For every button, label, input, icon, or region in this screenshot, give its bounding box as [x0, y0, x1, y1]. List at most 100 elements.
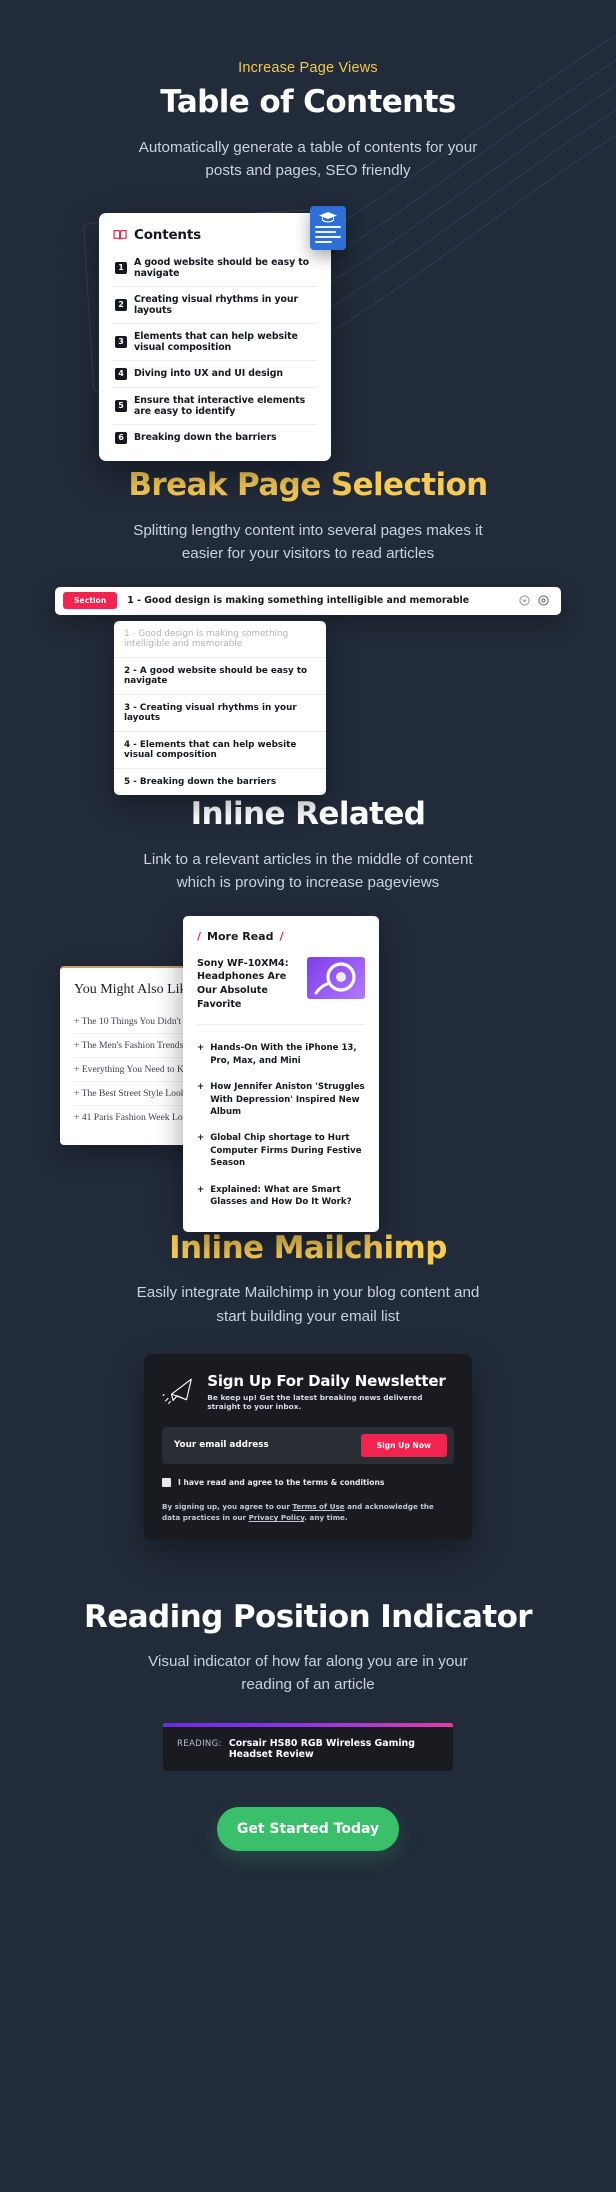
- book-icon: [113, 229, 127, 240]
- more-read-item[interactable]: + Global Chip shortage to Hurt Computer F…: [197, 1125, 365, 1176]
- reading-article-title: Corsair HS80 RGB Wireless Gaming Headset…: [228, 1737, 415, 1760]
- newsletter-fine-print: By signing up, you agree to our Terms of…: [162, 1501, 454, 1524]
- terms-checkbox-row[interactable]: I have read and agree to the terms & con…: [162, 1477, 454, 1487]
- certificate-badge-icon: [310, 205, 346, 250]
- section-inline-related: Inline Related Link to a relevant articl…: [0, 797, 616, 894]
- section-subtitle: Link to a relevant articles in the middl…: [143, 850, 473, 891]
- featured-article[interactable]: Sony WF-10XM4: Headphones Are Our Absolu…: [197, 956, 365, 1011]
- more-read-item-label: Global Chip shortage to Hurt Computer Fi…: [210, 1133, 362, 1169]
- more-read-label: More Read: [207, 929, 274, 943]
- chevron-down-circle-icon[interactable]: [519, 595, 530, 606]
- toc-item-label: Breaking down the barriers: [134, 432, 277, 444]
- newsletter-title: Sign Up For Daily Newsletter: [207, 1371, 446, 1390]
- page-title: Table of Contents: [160, 84, 456, 120]
- featured-article-title: Sony WF-10XM4: Headphones Are Our Absolu…: [197, 957, 289, 1010]
- section-subtitle: Easily integrate Mailchimp in your blog …: [136, 1284, 480, 1325]
- more-read-item[interactable]: + Hands-On With the iPhone 13, Pro, Max, …: [197, 1035, 365, 1074]
- more-read-item[interactable]: + How Jennifer Aniston 'Struggles With De…: [197, 1074, 365, 1125]
- plus-icon: +: [74, 1015, 82, 1027]
- graduation-cap-icon: [319, 211, 337, 223]
- newsletter-subtitle: Be keep up! Get the latest breaking news…: [207, 1392, 423, 1411]
- paper-plane-icon: [162, 1378, 192, 1405]
- plus-icon: +: [197, 1133, 205, 1144]
- more-read-item[interactable]: + Explained: What are Smart Glasses and H…: [197, 1177, 365, 1216]
- toc-illustration: Contents 1 A good website should be easy …: [0, 205, 616, 461]
- newsletter-header: Sign Up For Daily Newsletter Be keep up!…: [162, 1372, 454, 1411]
- toc-item[interactable]: 3 Elements that can help website visual c…: [113, 322, 317, 360]
- break-page-illustration: Section 1 - Good design is making someth…: [0, 586, 616, 795]
- toc-item[interactable]: 2 Creating visual rhythms in your layouts: [113, 285, 317, 323]
- toc-item-label: A good website should be easy to navigat…: [134, 256, 309, 279]
- page-title: Inline Related: [190, 795, 426, 832]
- toc-item-number: 5: [115, 399, 127, 412]
- headphones-thumbnail: [307, 956, 365, 999]
- newsletter-form: Your email address Sign Up Now: [162, 1426, 454, 1464]
- section-break-page-selection: Break Page Selection Splitting lengthy c…: [0, 468, 616, 565]
- section-badge: Section: [63, 592, 118, 610]
- toc-item[interactable]: 1 A good website should be easy to naviga…: [113, 255, 317, 286]
- toc-card-title: Contents: [134, 226, 201, 243]
- eyebrow-text: Increase Page Views: [238, 60, 378, 76]
- toc-item[interactable]: 5 Ensure that interactive elements are ea…: [113, 386, 317, 424]
- privacy-policy-link[interactable]: Privacy Policy: [249, 1513, 305, 1522]
- page-title: Reading Position Indicator: [84, 1598, 533, 1635]
- plus-icon: +: [197, 1082, 205, 1093]
- plus-icon: +: [197, 1043, 205, 1054]
- toc-item-label: Diving into UX and UI design: [134, 368, 283, 380]
- section-option[interactable]: 2 - A good website should be easy to nav…: [114, 656, 326, 694]
- terms-of-use-link[interactable]: Terms of Use: [292, 1502, 344, 1511]
- more-read-item-label: Hands-On With the iPhone 13, Pro, Max, a…: [210, 1043, 357, 1066]
- inline-related-illustration: You Might Also Like + The 10 Things You …: [0, 915, 616, 1232]
- slash-right-icon: /: [279, 929, 284, 943]
- toc-item[interactable]: 6 Breaking down the barriers: [113, 423, 317, 451]
- toc-item-label: Elements that can help website visual co…: [134, 330, 298, 353]
- fine-print-part-1: By signing up, you agree to our: [162, 1501, 293, 1511]
- section-table-of-contents: Increase Page Views Table of Contents Au…: [0, 60, 616, 182]
- section-subtitle: Splitting lengthy content into several p…: [133, 521, 483, 562]
- terms-checkbox-label: I have read and agree to the terms & con…: [178, 1477, 385, 1487]
- reading-progress-bar: [163, 1722, 453, 1727]
- section-option[interactable]: 1 - Good design is making something inte…: [114, 621, 326, 657]
- fine-print-part-3: . any time.: [304, 1513, 348, 1523]
- page-title: Inline Mailchimp: [169, 1229, 447, 1266]
- toc-card-header: Contents: [113, 227, 317, 243]
- get-started-button[interactable]: Get Started Today: [217, 1806, 399, 1851]
- more-read-card: / More Read / Sony WF-10XM4: Headphones …: [183, 915, 379, 1232]
- section-option[interactable]: 4 - Elements that can help website visua…: [114, 730, 326, 768]
- toc-item-number: 4: [115, 367, 127, 380]
- badge-lines: [315, 225, 341, 246]
- toc-item-number: 2: [115, 298, 127, 311]
- section-selector-bar[interactable]: Section 1 - Good design is making someth…: [55, 586, 561, 615]
- more-read-item-label: How Jennifer Aniston 'Struggles With Dep…: [210, 1082, 365, 1117]
- toc-card: Contents 1 A good website should be easy …: [99, 212, 331, 461]
- terms-checkbox[interactable]: [162, 1477, 171, 1487]
- toc-item-label: Creating visual rhythms in your layouts: [134, 293, 298, 316]
- section-option[interactable]: 5 - Breaking down the barriers: [114, 767, 326, 795]
- section-options-list[interactable]: 1 - Good design is making something inte…: [114, 620, 326, 795]
- toc-item[interactable]: 4 Diving into UX and UI design: [113, 359, 317, 387]
- reading-label: READING:: [177, 1738, 222, 1749]
- plus-icon: +: [74, 1087, 82, 1099]
- divider: [197, 1024, 365, 1026]
- more-read-item-label: Explained: What are Smart Glasses and Ho…: [210, 1184, 352, 1208]
- selected-section-label: 1 - Good design is making something inte…: [127, 595, 470, 607]
- more-read-list: + Hands-On With the iPhone 13, Pro, Max, …: [197, 1035, 365, 1216]
- section-subtitle: Automatically generate a table of conten…: [138, 138, 478, 179]
- settings-gear-icon[interactable]: [538, 595, 549, 606]
- toc-item-number: 3: [115, 335, 127, 348]
- section-subtitle: Visual indicator of how far along you ar…: [148, 1653, 468, 1694]
- newsletter-signup-card: Sign Up For Daily Newsletter Be keep up!…: [144, 1353, 472, 1540]
- toc-item-number: 6: [115, 431, 127, 444]
- section-option[interactable]: 3 - Creating visual rhythms in your layo…: [114, 693, 326, 731]
- toc-item-label: Ensure that interactive elements are eas…: [134, 394, 306, 417]
- headphones-icon: [314, 962, 356, 995]
- email-field[interactable]: Your email address: [174, 1440, 269, 1450]
- more-read-header: / More Read /: [197, 930, 365, 943]
- toc-item-number: 1: [115, 261, 127, 274]
- plus-icon: +: [74, 1063, 82, 1075]
- plus-icon: +: [74, 1111, 82, 1123]
- plus-icon: +: [197, 1184, 205, 1195]
- sign-up-button[interactable]: Sign Up Now: [360, 1433, 447, 1457]
- slash-left-icon: /: [197, 929, 202, 943]
- section-reading-position: Reading Position Indicator Visual indica…: [0, 1598, 616, 1697]
